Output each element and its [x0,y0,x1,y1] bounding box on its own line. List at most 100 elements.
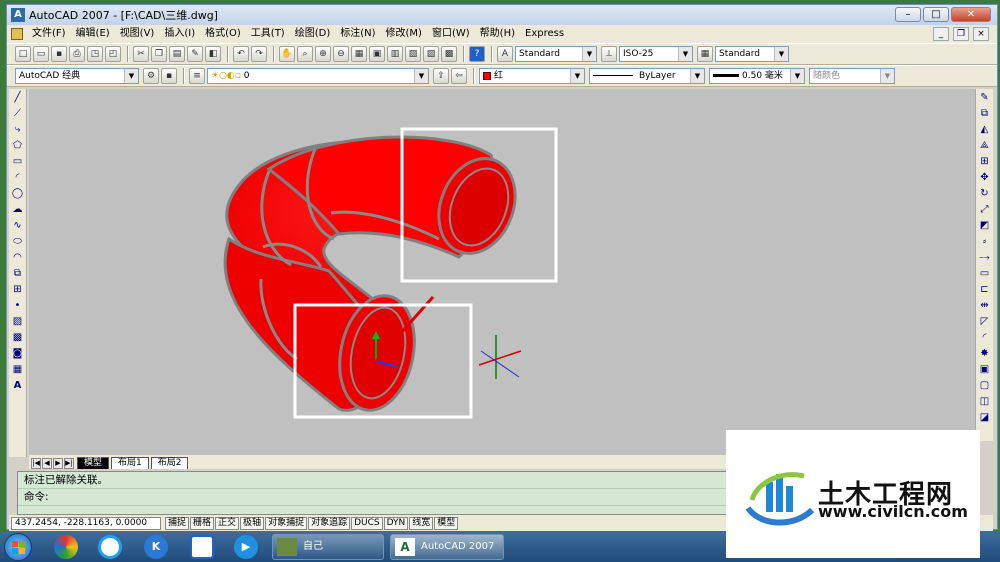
menu-edit[interactable]: 编辑(E) [71,25,115,43]
torus-solid[interactable] [223,135,529,417]
tab-first-icon[interactable]: |◀ [31,458,41,469]
tab-layout2[interactable]: 布局2 [150,457,189,469]
osnap-toggle[interactable]: 对象捕捉 [265,516,308,530]
lineweight-select[interactable]: 0.50 毫米 [709,68,805,84]
model-space-viewport[interactable] [29,89,975,455]
cut-icon[interactable]: ✂ [133,46,149,62]
tool-palette-icon[interactable]: ▥ [387,46,403,62]
browser-app-icon[interactable] [54,535,78,559]
pan-icon[interactable]: ✋ [279,46,295,62]
menu-tools[interactable]: 工具(T) [246,25,290,43]
menu-insert[interactable]: 插入(I) [159,25,200,43]
tab-prev-icon[interactable]: ◀ [42,458,52,469]
draw-order-below-icon[interactable]: ◪ [978,411,992,425]
text-style-select[interactable]: Standard [515,46,597,62]
multiline-text-icon[interactable]: A [11,379,25,393]
menu-express[interactable]: Express [520,25,569,43]
menu-format[interactable]: 格式(O) [200,25,246,43]
stretch-icon[interactable]: ◩ [978,219,992,233]
table-icon[interactable]: ▦ [11,363,25,377]
copy-icon[interactable]: ❐ [151,46,167,62]
dyn-toggle[interactable]: DYN [383,516,409,530]
dim-style-icon[interactable]: ⟂ [601,46,617,62]
draw-order-front-icon[interactable]: ▣ [978,363,992,377]
preview-icon[interactable]: ◳ [87,46,103,62]
coordinate-readout[interactable]: 437.2454, -228.1163, 0.0000 [11,516,161,530]
polar-toggle[interactable]: 极轴 [240,516,265,530]
plot-style-select[interactable]: 随颜色 [809,68,895,84]
plot-icon[interactable]: ⎙ [69,46,85,62]
make-block-icon[interactable]: ⊞ [11,283,25,297]
task-button-photo[interactable]: 自己 [272,534,384,560]
ellipse-icon[interactable]: ⬭ [11,235,25,249]
dim-style-select[interactable]: ISO-25 [619,46,693,62]
ortho-toggle[interactable]: 正交 [215,516,240,530]
menu-dimension[interactable]: 标注(N) [335,25,380,43]
draw-order-above-icon[interactable]: ◫ [978,395,992,409]
task-button-autocad[interactable]: A AutoCAD 2007 -... [390,534,504,560]
minimize-icon[interactable]: – [895,7,921,22]
tab-next-icon[interactable]: ▶ [53,458,63,469]
snap-toggle[interactable]: 捕捉 [165,516,190,530]
title-bar[interactable]: A AutoCAD 2007 - [F:\CAD\三维.dwg] – □ ✕ [7,5,997,25]
document-icon[interactable] [11,28,23,40]
properties-icon[interactable]: ▦ [351,46,367,62]
trim-icon[interactable]: ⸗ [978,235,992,249]
draw-order-back-icon[interactable]: ▢ [978,379,992,393]
linetype-select[interactable]: ByLayer [589,68,705,84]
insert-block-icon[interactable]: ⧉ [11,267,25,281]
block-editor-icon[interactable]: ◧ [205,46,221,62]
break-icon[interactable]: ⊏ [978,283,992,297]
ducs-toggle[interactable]: DUCS [351,516,383,530]
security-app-icon[interactable] [190,535,214,559]
lineweight-toggle[interactable]: 线宽 [409,516,434,530]
construction-line-icon[interactable]: ⟋ [11,107,25,121]
text-style-icon[interactable]: A [497,46,513,62]
scale-icon[interactable]: ⤢ [978,203,992,217]
sheet-set-icon[interactable]: ▧ [405,46,421,62]
start-button[interactable] [4,533,32,561]
workspace-settings-icon[interactable]: ⚙ [143,68,159,84]
redo-icon[interactable]: ↷ [251,46,267,62]
tab-last-icon[interactable]: ▶| [64,458,74,469]
new-icon[interactable]: □ [15,46,31,62]
explode-icon[interactable]: ✸ [978,347,992,361]
join-icon[interactable]: ⇹ [978,299,992,313]
point-icon[interactable]: • [11,299,25,313]
menu-modify[interactable]: 修改(M) [381,25,427,43]
video-app-icon[interactable]: ▶ [234,535,258,559]
gradient-icon[interactable]: ▩ [11,331,25,345]
extend-icon[interactable]: ⤍ [978,251,992,265]
hatch-icon[interactable]: ▨ [11,315,25,329]
paste-icon[interactable]: ▤ [169,46,185,62]
region-icon[interactable]: ◙ [11,347,25,361]
markup-icon[interactable]: ▨ [423,46,439,62]
close-icon[interactable]: ✕ [951,7,991,22]
make-current-layer-icon[interactable]: ⇪ [433,68,449,84]
mirror-icon[interactable]: ◭ [978,123,992,137]
open-icon[interactable]: ▭ [33,46,49,62]
menu-file[interactable]: 文件(F) [27,25,71,43]
arc-icon[interactable]: ◜ [11,171,25,185]
zoom-window-icon[interactable]: ⊕ [315,46,331,62]
offset-icon[interactable]: ⟁ [978,139,992,153]
layer-select[interactable]: ☀○◐▫ 0 [207,68,429,84]
menu-view[interactable]: 视图(V) [115,25,160,43]
ellipse-arc-icon[interactable]: ◠ [11,251,25,265]
chamfer-icon[interactable]: ◸ [978,315,992,329]
break-at-point-icon[interactable]: ▭ [978,267,992,281]
k-app-icon[interactable]: K [144,535,168,559]
save-icon[interactable]: ▪ [51,46,67,62]
layer-previous-icon[interactable]: ⇦ [451,68,467,84]
spline-icon[interactable]: ∿ [11,219,25,233]
polygon-icon[interactable]: ⬠ [11,139,25,153]
zoom-realtime-icon[interactable]: ⌕ [297,46,313,62]
doc-close-icon[interactable]: × [973,27,989,41]
workspace-save-icon[interactable]: ▪ [161,68,177,84]
maximize-icon[interactable]: □ [923,7,949,22]
polyline-icon[interactable]: ⤷ [11,123,25,137]
workspace-select[interactable]: AutoCAD 经典 [15,68,139,84]
revision-cloud-icon[interactable]: ☁ [11,203,25,217]
publish-icon[interactable]: ◰ [105,46,121,62]
array-icon[interactable]: ⊞ [978,155,992,169]
